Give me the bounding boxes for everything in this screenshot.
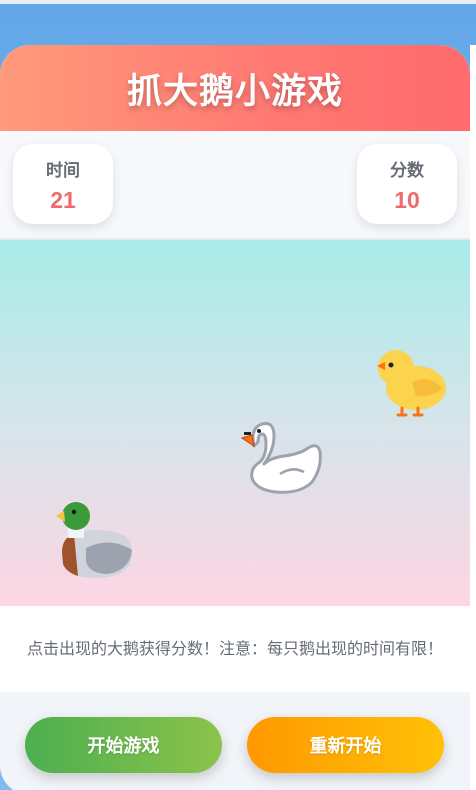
start-game-button[interactable]: 开始游戏 — [25, 717, 222, 773]
score-label: 分数 — [390, 161, 424, 181]
hint-panel: 点击出现的大鹅获得分数！注意：每只鹅出现的时间有限！ — [0, 606, 470, 692]
score-value: 10 — [394, 187, 420, 213]
controls: 开始游戏 重新开始 — [0, 692, 470, 790]
chick-icon[interactable] — [372, 344, 450, 418]
time-label: 时间 — [46, 161, 80, 181]
game-card: 抓大鹅小游戏 时间 21 分数 10 点击出现的大鹅获得分数！注意：每只鹅出现的… — [0, 45, 470, 790]
time-value: 21 — [50, 187, 76, 213]
stats-bar: 时间 21 分数 10 — [0, 131, 470, 240]
restart-button[interactable]: 重新开始 — [247, 717, 444, 773]
game-title: 抓大鹅小游戏 — [126, 71, 343, 112]
duck-icon[interactable] — [56, 500, 136, 580]
play-area[interactable] — [0, 240, 470, 606]
top-strip — [0, 0, 476, 4]
header: 抓大鹅小游戏 — [0, 45, 470, 131]
goose-icon[interactable] — [240, 416, 324, 498]
score-panel: 分数 10 — [357, 144, 457, 224]
scrollbar[interactable] — [470, 45, 476, 790]
time-panel: 时间 21 — [13, 144, 113, 224]
hint-text: 点击出现的大鹅获得分数！注意：每只鹅出现的时间有限！ — [26, 639, 443, 658]
